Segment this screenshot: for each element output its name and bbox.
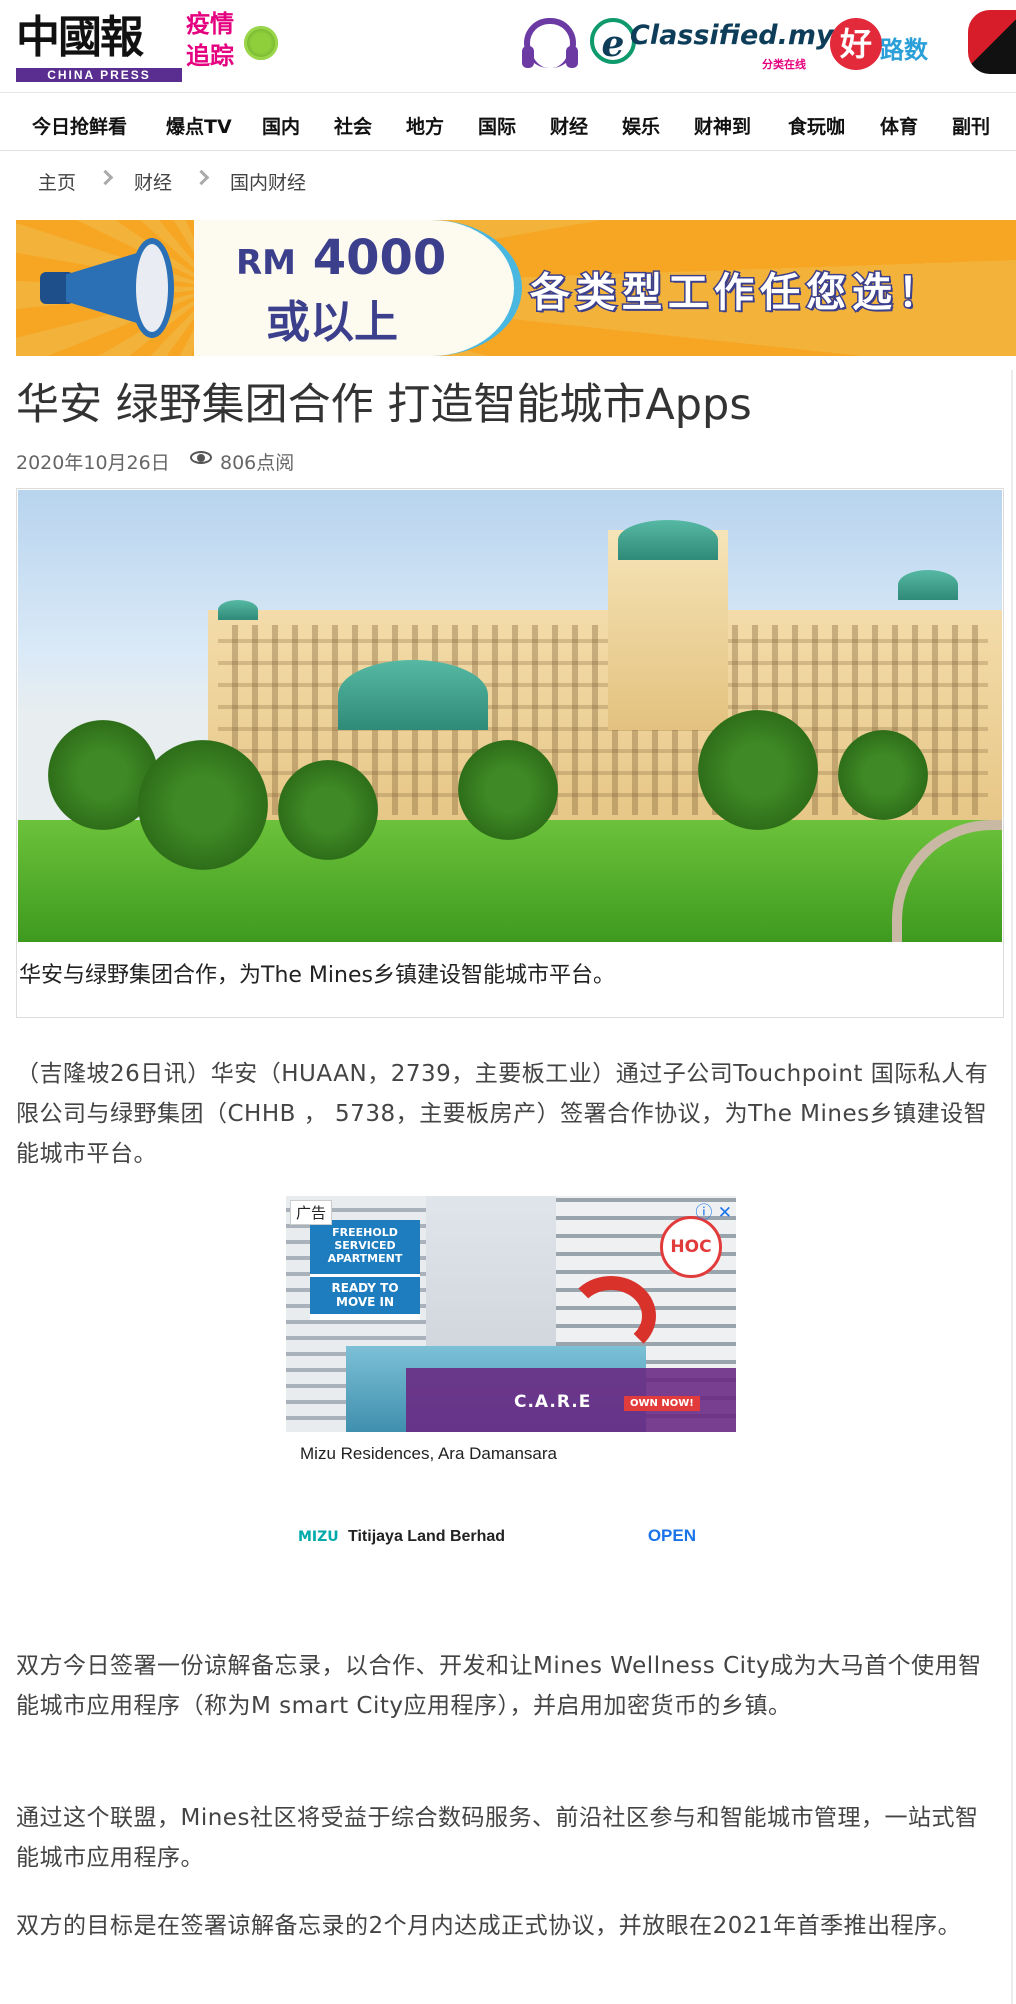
banner-amount: RM 4000: [236, 230, 446, 286]
hao-lu-shu-link[interactable]: 好 路数: [830, 16, 946, 72]
article-paragraph-4: 双方的目标是在签署谅解备忘录的2个月内达成正式协议，并放眼在2021年首季推出程…: [16, 1913, 962, 1939]
article-paragraph-2: 双方今日签署一份谅解备忘录，以合作、开发和让Mines Wellness Cit…: [16, 1653, 982, 1719]
headphone-cup-right: [566, 46, 578, 68]
ad-open-button[interactable]: OPEN: [648, 1526, 696, 1546]
hoc-badge: HOC: [660, 1216, 722, 1278]
eclassified-link[interactable]: e Classified.my 分类在线: [590, 16, 834, 76]
article-photo[interactable]: [18, 490, 1002, 942]
job-ad-banner[interactable]: RM 4000 或以上 各类型工作任您选！: [16, 220, 1016, 356]
mascot-icon[interactable]: [968, 10, 1016, 74]
banner-amount-value: 4000: [312, 230, 447, 286]
nav-item-tv[interactable]: 爆点TV: [166, 112, 232, 139]
ad-slide: [566, 1276, 656, 1356]
headphones-icon[interactable]: [522, 18, 578, 68]
photo-palm: [138, 740, 268, 870]
ad-image[interactable]: FREEHOLD SERVICED APARTMENT READY TO MOV…: [286, 1196, 736, 1432]
hao-char: 好: [830, 18, 882, 70]
ad-ribbon-bottom: READY TO MOVE IN: [310, 1274, 420, 1314]
photo-caption: 华安与绿野集团合作，为The Mines乡镇建设智能城市平台。: [19, 963, 615, 988]
nav-item-today[interactable]: 今日抢鲜看: [32, 112, 127, 139]
photo-palm: [838, 730, 928, 820]
nav-item-supplement[interactable]: 副刊: [952, 112, 990, 139]
content-divider: [1011, 370, 1013, 2004]
nav-item-food[interactable]: 食玩咖: [788, 112, 845, 139]
banner-slogan: 各类型工作任您选！: [529, 269, 944, 318]
ad-care-text: C.A.R.E: [514, 1392, 592, 1412]
breadcrumb-finance[interactable]: 财经: [134, 168, 172, 195]
nav-item-caishen[interactable]: 财神到: [694, 112, 751, 139]
eclassified-name: Classified.my: [630, 20, 834, 51]
article-views: 806点阅: [220, 452, 295, 474]
photo-dome: [218, 600, 258, 620]
logo-english: CHINA PRESS: [16, 68, 182, 82]
photo-dome: [338, 660, 488, 730]
banner-amount-prefix: RM: [236, 243, 297, 283]
nav-item-entertainment[interactable]: 娱乐: [622, 112, 660, 139]
logo-chinese: 中國報: [16, 12, 144, 63]
article-date: 2020年10月26日: [16, 452, 170, 474]
ad-own-now: OWN NOW!: [624, 1396, 700, 1411]
photo-tower: [608, 530, 728, 730]
megaphone-icon: [30, 236, 180, 340]
hao-text: 路数: [880, 36, 928, 64]
headphone-cup-left: [522, 46, 534, 68]
breadcrumb-domestic-finance[interactable]: 国内财经: [230, 168, 306, 195]
photo-dome: [618, 520, 718, 560]
article-paragraph-1: （吉隆坡26日讯）华安（HUAAN，2739，主要板工业）通过子公司Touchp…: [16, 1061, 989, 1167]
site-header: 中國報 CHINA PRESS 疫情 追踪 e Classified.my 分类…: [0, 0, 1016, 93]
covid-tracker-link[interactable]: 疫情 追踪: [186, 8, 278, 78]
photo-palm: [278, 760, 378, 860]
ad-title[interactable]: Mizu Residences, Ara Damansara: [300, 1444, 557, 1464]
ad-ribbon-top: FREEHOLD SERVICED APARTMENT: [310, 1220, 420, 1274]
article-figure: 华安与绿野集团合作，为The Mines乡镇建设智能城市平台。: [16, 488, 1004, 1018]
nav-item-domestic[interactable]: 国内: [262, 112, 300, 139]
photo-dome: [898, 570, 958, 600]
nav-item-finance[interactable]: 财经: [550, 112, 588, 139]
breadcrumb-home[interactable]: 主页: [38, 168, 76, 195]
nav-item-society[interactable]: 社会: [334, 112, 372, 139]
chevron-right-icon: [100, 172, 110, 182]
article-paragraph-3: 通过这个联盟，Mines社区将受益于综合数码服务、前沿社区参与和智能城市管理，一…: [16, 1805, 979, 1871]
photo-palm: [698, 710, 818, 830]
breadcrumb: 主页 财经 国内财经: [16, 154, 1016, 204]
ad-ribbon: FREEHOLD SERVICED APARTMENT READY TO MOV…: [310, 1220, 420, 1320]
article-title: 华安 绿野集团合作 打造智能城市Apps: [16, 380, 752, 430]
banner-amount-line2: 或以上: [266, 297, 398, 348]
ad-choices-close-icon[interactable]: ⓘ ✕: [695, 1198, 732, 1223]
ad-label: 广告: [290, 1200, 333, 1225]
chevron-right-icon: [196, 172, 206, 182]
megaphone-bell: [130, 238, 174, 338]
virus-icon: [244, 26, 278, 60]
inline-ad[interactable]: FREEHOLD SERVICED APARTMENT READY TO MOV…: [286, 1196, 736, 1572]
nav-item-sports[interactable]: 体育: [880, 112, 918, 139]
nav-item-international[interactable]: 国际: [478, 112, 516, 139]
eclassified-subtitle: 分类在线: [762, 58, 806, 71]
ad-brand-logo: MIZU: [298, 1529, 339, 1545]
main-nav: 今日抢鲜看 爆点TV 国内 社会 地方 国际 财经 娱乐 财神到 食玩咖 体育 …: [0, 100, 1016, 151]
china-press-logo[interactable]: 中國報 CHINA PRESS: [16, 10, 182, 82]
photo-palm: [458, 740, 558, 840]
nav-item-local[interactable]: 地方: [406, 112, 444, 139]
eye-icon: [190, 451, 214, 465]
ad-brand: Titijaya Land Berhad: [348, 1528, 506, 1545]
